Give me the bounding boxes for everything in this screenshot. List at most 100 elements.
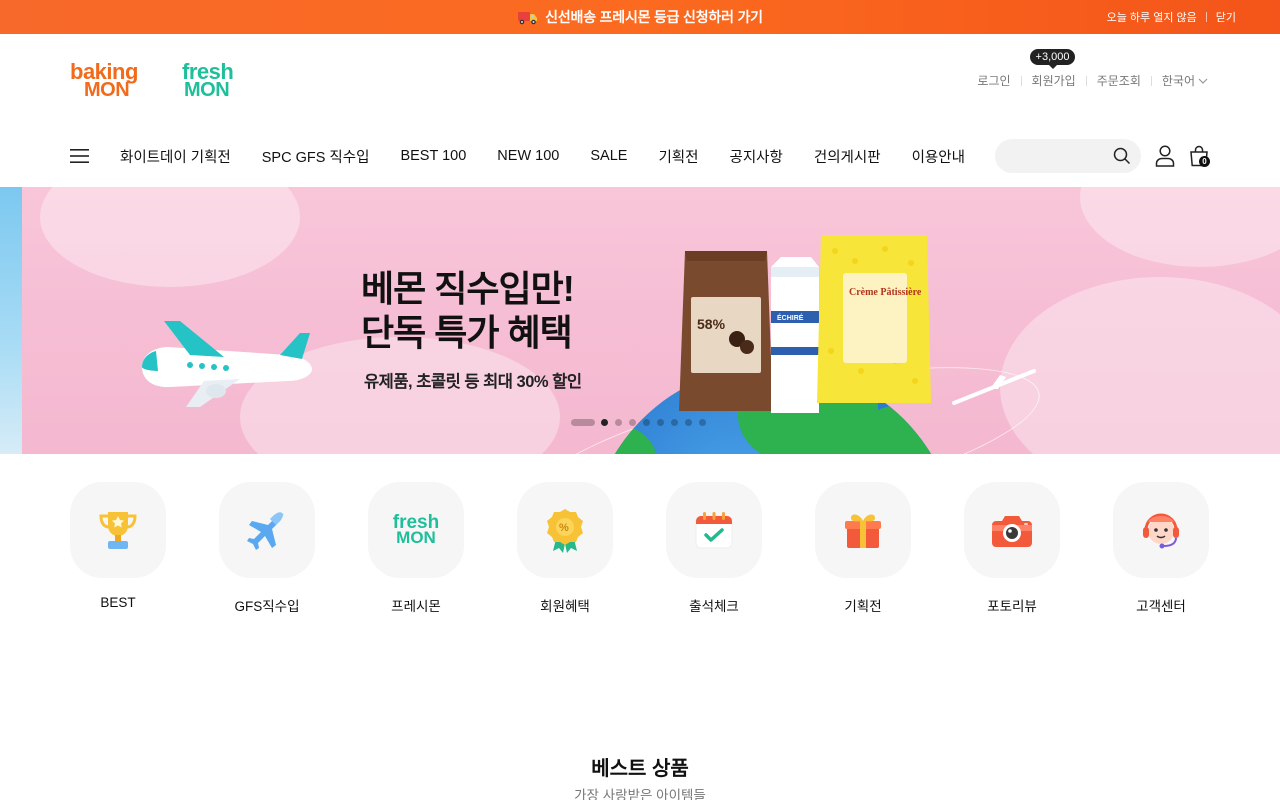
category-exhibitions[interactable]: 기획전: [815, 482, 911, 615]
category-label: 포토리뷰: [987, 599, 1037, 614]
previous-slide-peek: [0, 187, 22, 454]
order-lookup-link[interactable]: 주문조회: [1097, 72, 1141, 89]
promo-controls: 오늘 하루 열지 않음 닫기: [1107, 0, 1236, 34]
hero-banner[interactable]: 베몬 직수입만! 단독 특가 혜택 유제품, 초콜릿 등 최대 30% 할인 5…: [0, 187, 1280, 454]
category-photo-review[interactable]: 포토리뷰: [964, 482, 1060, 615]
slide-dot[interactable]: [671, 419, 678, 426]
svg-text:%: %: [559, 522, 569, 534]
chocolate-bag-product: 58%: [679, 251, 773, 411]
freshmon-logo[interactable]: fresh MON: [182, 61, 234, 101]
promo-text[interactable]: 신선배송 프레시몬 등급 신청하러 가기: [545, 7, 763, 27]
promo-bar[interactable]: 신선배송 프레시몬 등급 신청하러 가기 오늘 하루 열지 않음 닫기: [0, 0, 1280, 34]
airplane-illustration: [142, 321, 312, 407]
cream-patissiere-bag-product: Crème Pâtissière: [817, 235, 931, 403]
signup-label: 회원가입: [1031, 74, 1076, 88]
category-gfs-import[interactable]: GFS직수입: [219, 482, 315, 615]
category-icon-circle: [70, 482, 166, 578]
language-select[interactable]: 한국어: [1162, 72, 1208, 89]
divider: [1150, 75, 1152, 86]
language-label: 한국어: [1161, 74, 1195, 88]
login-link[interactable]: 로그인: [977, 72, 1010, 89]
calendar-check-icon: [695, 512, 733, 549]
category-icon-circle: [666, 482, 762, 578]
category-shortcuts: BEST GFS직수입 fresh MON 프레시몬 % 회원혜택 출석체크 기…: [70, 482, 1210, 617]
category-icon-circle: [964, 482, 1060, 578]
nav-item-best100[interactable]: BEST 100: [400, 148, 466, 164]
user-icon[interactable]: [1155, 145, 1175, 167]
category-label: 회원혜택: [540, 599, 590, 614]
slide-dot[interactable]: [699, 419, 706, 426]
nav-item-exhibitions[interactable]: 기획전: [658, 146, 698, 167]
category-label: 고객센터: [1136, 599, 1186, 614]
hamburger-menu-icon[interactable]: [70, 148, 90, 164]
small-airplane-icon: [952, 369, 1036, 405]
slide-dot[interactable]: [629, 419, 636, 426]
search-icon[interactable]: [1113, 147, 1131, 165]
best-section-title: 베스트 상품: [591, 758, 689, 780]
signup-points-badge: +3,000: [1029, 49, 1076, 69]
category-icon-circle: %: [517, 482, 613, 578]
cloud-decoration: [1080, 187, 1280, 267]
nav-item-whiteday[interactable]: 화이트데이 기획전: [120, 146, 231, 167]
category-freshmon[interactable]: fresh MON 프레시몬: [368, 482, 464, 615]
close-promo-link[interactable]: 닫기: [1216, 9, 1236, 25]
chocolate-label: 58%: [697, 316, 726, 332]
slide-dot[interactable]: [657, 419, 664, 426]
nav-item-suggestions[interactable]: 건의게시판: [814, 146, 881, 167]
divider: [1085, 75, 1087, 86]
category-best[interactable]: BEST: [70, 482, 166, 610]
best-section-subtitle: 가장 사랑받은 아이템들: [574, 788, 706, 800]
category-icon-circle: [1113, 482, 1209, 578]
signup-link[interactable]: +3,000 회원가입: [1029, 49, 1076, 89]
nav-item-new100[interactable]: NEW 100: [497, 148, 559, 164]
slide-dot[interactable]: [601, 419, 608, 426]
banner-subtitle: 유제품, 초콜릿 등 최대 30% 할인: [364, 373, 582, 391]
category-icon-circle: [815, 482, 911, 578]
banner-headline: 베몬 직수입만! 단독 특가 혜택: [361, 267, 575, 355]
milk-label: ÉCHIRÉ: [777, 313, 804, 322]
category-member-benefits[interactable]: % 회원혜택: [517, 482, 613, 615]
cloud-decoration: [40, 187, 300, 287]
bakingmon-logo[interactable]: baking MON: [70, 61, 138, 101]
freshmon-logo-line2: MON: [184, 79, 230, 101]
banner-headline-line1: 베몬 직수입만!: [361, 268, 575, 309]
hide-today-link[interactable]: 오늘 하루 열지 않음: [1107, 9, 1197, 25]
milk-carton-product: ÉCHIRÉ: [771, 257, 819, 413]
category-attendance[interactable]: 출석체크: [666, 482, 762, 615]
utility-links: 로그인 +3,000 회원가입 주문조회 한국어: [977, 49, 1208, 89]
slide-dot[interactable]: [685, 419, 692, 426]
banner-headline-line2: 단독 특가 혜택: [361, 312, 573, 353]
category-label: GFS직수입: [234, 599, 300, 614]
main-nav: 화이트데이 기획전 SPC GFS 직수입 BEST 100 NEW 100 S…: [70, 141, 996, 171]
search-box[interactable]: [995, 139, 1141, 173]
freshmon-icon-line2: MON: [396, 528, 436, 547]
slide-indicator: [571, 419, 713, 426]
freshmon-logo-icon: fresh MON: [393, 513, 439, 547]
chevron-down-icon: [1198, 78, 1208, 84]
slide-dot[interactable]: [643, 419, 650, 426]
cart-count-badge: 0: [1199, 156, 1210, 167]
airplane-icon: [247, 512, 284, 550]
trophy-icon: [99, 512, 137, 549]
cream-label: Crème Pâtissière: [849, 287, 922, 298]
category-label: BEST: [100, 595, 136, 610]
truck-icon: [518, 12, 538, 25]
category-label: 기획전: [844, 599, 882, 614]
nav-item-guide[interactable]: 이용안내: [912, 146, 965, 167]
headset-icon: [1143, 513, 1179, 549]
nav-item-spc-gfs[interactable]: SPC GFS 직수입: [262, 146, 370, 167]
nav-item-sale[interactable]: SALE: [590, 148, 627, 164]
nav-item-notices[interactable]: 공지사항: [729, 146, 782, 167]
slide-dot[interactable]: [615, 419, 622, 426]
category-customer-center[interactable]: 고객센터: [1113, 482, 1209, 615]
search-input[interactable]: [1009, 148, 1109, 164]
category-label: 프레시몬: [391, 599, 441, 614]
cloud-decoration: [1000, 277, 1280, 454]
category-icon-circle: fresh MON: [368, 482, 464, 578]
slide-progress-bar: [571, 419, 595, 426]
divider: [1020, 75, 1022, 86]
camera-icon: [992, 516, 1032, 547]
category-icon-circle: [219, 482, 315, 578]
category-label: 출석체크: [689, 599, 739, 614]
gift-icon: [845, 514, 881, 548]
